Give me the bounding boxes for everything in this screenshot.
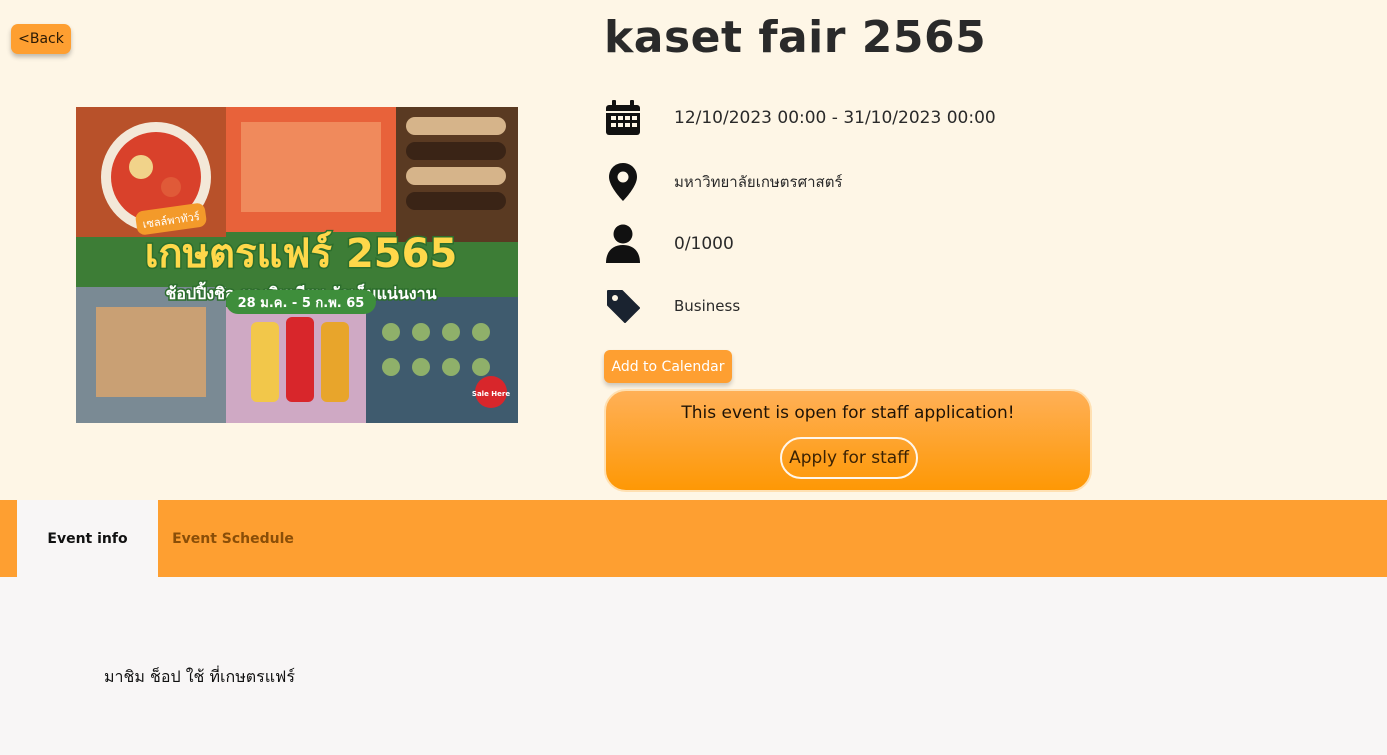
poster-dates: 28 ม.ค. - 5 ก.พ. 65	[238, 296, 365, 311]
apply-for-staff-button[interactable]: Apply for staff	[780, 437, 918, 479]
tab-event-schedule[interactable]: Event Schedule	[158, 500, 308, 577]
staff-application-message: This event is open for staff application…	[681, 403, 1015, 423]
event-description: มาชิม ช็อป ใช้ ที่เกษตรแฟร์	[104, 667, 295, 686]
event-category: Business	[674, 297, 741, 315]
tab-event-info[interactable]: Event info	[17, 500, 158, 577]
event-poster-image: เซลล์พาทัวร์ เกษตรแฟร์ 2565 ช้อปปิ้งชิล …	[76, 107, 518, 423]
add-to-calendar-button[interactable]: Add to Calendar	[604, 350, 732, 383]
event-datetime: 12/10/2023 00:00 - 31/10/2023 00:00	[674, 108, 996, 128]
event-tabs-bar: Event info Event Schedule	[0, 500, 1387, 577]
map-pin-icon	[604, 162, 642, 202]
back-button[interactable]: <Back	[11, 24, 71, 54]
event-category-row: Business	[604, 286, 1164, 326]
page-title: kaset fair 2565	[604, 12, 987, 63]
tag-icon	[604, 286, 642, 326]
event-date-row: 12/10/2023 00:00 - 31/10/2023 00:00	[604, 98, 1164, 138]
event-attendance: 0/1000	[674, 234, 734, 254]
event-location: มหาวิทยาลัยเกษตรศาสตร์	[674, 173, 843, 191]
staff-application-card: This event is open for staff application…	[604, 389, 1092, 492]
poster-headline: เกษตรแฟร์ 2565	[145, 231, 458, 277]
event-attendance-row: 0/1000	[604, 224, 1164, 264]
person-icon	[604, 224, 642, 264]
poster-artwork: เซลล์พาทัวร์ เกษตรแฟร์ 2565 ช้อปปิ้งชิล …	[76, 107, 518, 423]
poster-sale-stamp: Sale Here	[472, 390, 510, 398]
event-location-row: มหาวิทยาลัยเกษตรศาสตร์	[604, 162, 1164, 202]
calendar-icon	[604, 98, 642, 138]
